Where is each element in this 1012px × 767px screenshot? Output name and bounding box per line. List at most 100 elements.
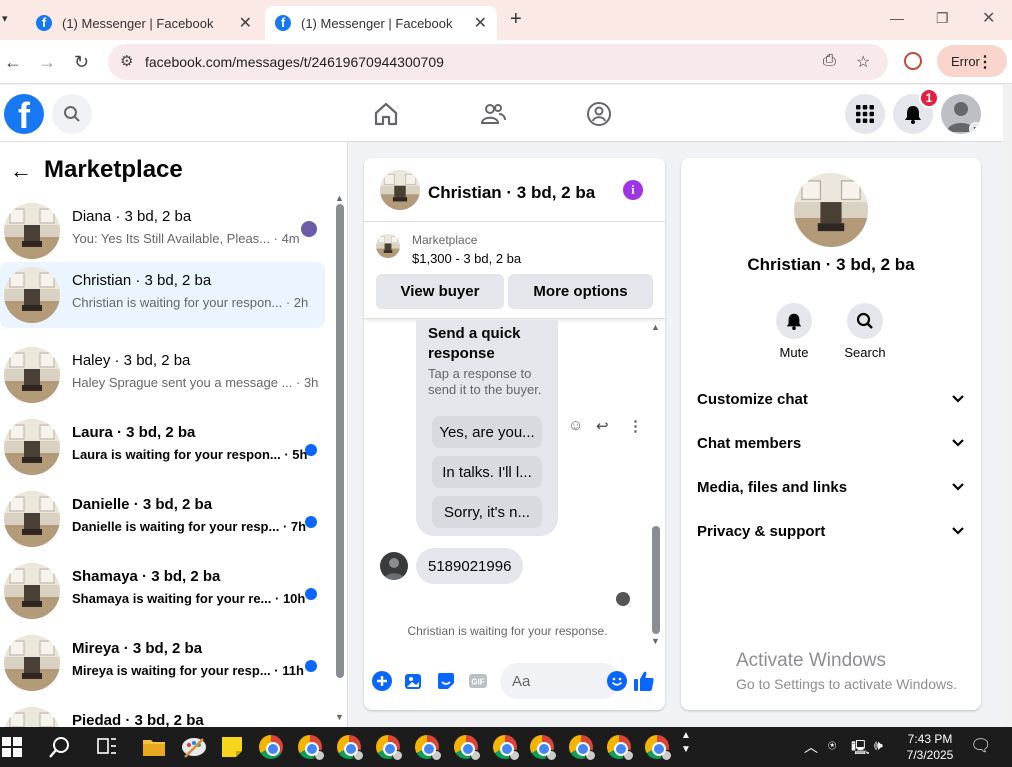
search-icon[interactable] [48, 735, 72, 759]
pen-workspace-icon[interactable]: ⍟ [828, 737, 836, 754]
menu-button[interactable] [845, 94, 885, 134]
conversation-name: Shamaya · 3 bd, 2 ba [72, 568, 221, 585]
scroll-down-arrow[interactable]: ▼ [335, 712, 344, 722]
sticker-button[interactable] [436, 671, 456, 691]
chrome-profile-icon[interactable] [454, 735, 481, 761]
chat-title[interactable]: Christian · 3 bd, 2 ba [428, 183, 595, 203]
gif-button[interactable]: GIF [468, 671, 488, 691]
message-input[interactable]: Aa [500, 663, 627, 699]
conversation-item[interactable]: Piedad · 3 bd, 2 ba [0, 702, 325, 727]
chat-scroll-down-arrow[interactable]: ▼ [651, 636, 660, 646]
conversation-name: Haley · 3 bd, 2 ba [72, 352, 191, 369]
tab-search-icon[interactable]: ▾ [2, 12, 8, 25]
chrome-profile-icon[interactable] [493, 735, 520, 761]
error-button[interactable]: Error ⋮ [937, 45, 1007, 77]
minimize-icon[interactable]: — [890, 10, 904, 26]
conversation-item[interactable]: Danielle · 3 bd, 2 ba Danielle is waitin… [0, 486, 325, 552]
listing-thumbnail[interactable] [794, 173, 868, 247]
back-icon[interactable]: ← [4, 52, 22, 73]
scroll-up-arrow[interactable]: ▲ [335, 193, 344, 203]
chrome-profile-icon[interactable] [530, 735, 557, 761]
site-info-icon[interactable]: ⚙ [120, 52, 133, 70]
search-button[interactable] [52, 94, 92, 134]
conversation-item[interactable]: Laura · 3 bd, 2 ba Laura is waiting for … [0, 414, 325, 480]
groups-nav-button[interactable] [584, 99, 614, 129]
task-view-icon[interactable] [96, 735, 120, 759]
chrome-icon[interactable] [259, 735, 283, 759]
conversation-item[interactable]: Haley · 3 bd, 2 ba Haley Sprague sent yo… [0, 342, 325, 408]
paint-app-icon[interactable] [181, 735, 206, 759]
chrome-profile-icon[interactable] [376, 735, 403, 761]
buyer-avatar[interactable] [380, 552, 408, 580]
close-tab-icon[interactable]: ✕ [474, 13, 487, 33]
account-avatar[interactable]: ▼ [941, 94, 981, 134]
conversation-item[interactable]: Shamaya · 3 bd, 2 ba Shamaya is waiting … [0, 558, 325, 624]
sidebar-scrollbar[interactable] [336, 204, 344, 678]
volume-icon[interactable]: 🕪 [874, 737, 883, 754]
facebook-logo[interactable]: f [4, 94, 44, 134]
restore-icon[interactable]: ❐ [936, 10, 949, 27]
add-button[interactable] [372, 671, 392, 691]
chat-scrollbar[interactable] [652, 526, 660, 634]
home-nav-button[interactable] [371, 99, 401, 129]
message-bubble[interactable]: 5189021996 [416, 548, 524, 584]
chrome-profile-icon[interactable] [607, 735, 634, 761]
chrome-profile-icon[interactable] [569, 735, 596, 761]
show-hidden-icons[interactable]: ︿ [804, 737, 818, 757]
browser-tab-2[interactable]: f (1) Messenger | Facebook ✕ [265, 6, 497, 40]
chrome-profile-icon[interactable] [337, 735, 364, 761]
listing-thumbnail[interactable] [380, 170, 420, 210]
quick-response-card: Send a quick response Tap a response to … [416, 320, 558, 536]
info-icon[interactable]: i [623, 180, 643, 200]
friends-nav-button[interactable] [478, 99, 508, 129]
page-scrollbar[interactable] [1003, 85, 1012, 727]
conversation-item[interactable]: Christian · 3 bd, 2 ba Christian is wait… [0, 262, 325, 328]
tab-title: (1) Messenger | Facebook [62, 15, 214, 31]
taskbar-scroll-arrows-icon[interactable]: ▲ ▼ [681, 729, 691, 757]
file-explorer-icon[interactable] [142, 735, 166, 759]
url-text[interactable]: facebook.com/messages/t/2461967094430070… [145, 54, 444, 70]
reply-icon[interactable]: ↩ [596, 417, 609, 435]
close-tab-icon[interactable]: ✕ [239, 13, 252, 33]
emoji-button[interactable] [607, 671, 627, 695]
bell-icon [786, 313, 802, 330]
bookmark-star-icon[interactable]: ☆ [856, 52, 870, 72]
chat-scroll-up-arrow[interactable]: ▲ [651, 322, 660, 332]
close-window-icon[interactable]: ✕ [982, 8, 995, 28]
network-icon[interactable]: 🖳 [851, 737, 870, 761]
chrome-profile-icon[interactable] [415, 735, 442, 761]
profile-icon[interactable] [904, 52, 922, 70]
quick-response-option[interactable]: Yes, are you... [432, 416, 542, 448]
chat-members-section[interactable]: Chat members [697, 435, 967, 465]
forward-icon[interactable]: → [38, 52, 56, 73]
reload-icon[interactable]: ↻ [74, 52, 89, 73]
view-buyer-button[interactable]: View buyer [376, 274, 504, 309]
notification-center-icon[interactable]: 🗨 [970, 736, 992, 756]
search-conversation-button[interactable]: Search [835, 303, 895, 360]
clock[interactable]: 7:43 PM 7/3/2025 [895, 731, 965, 763]
conversation-item[interactable]: Mireya · 3 bd, 2 ba Mireya is waiting fo… [0, 630, 325, 696]
back-arrow-icon[interactable]: ← [10, 158, 32, 184]
photo-button[interactable] [404, 671, 424, 691]
more-options-button[interactable]: More options [508, 274, 653, 309]
quick-response-option[interactable]: In talks. I'll l... [432, 456, 542, 488]
chat-header: Christian · 3 bd, 2 ba i [364, 158, 665, 222]
chrome-profile-icon[interactable] [298, 735, 325, 761]
browser-toolbar: ← → ↻ ⚙ facebook.com/messages/t/24619670… [0, 40, 1012, 84]
privacy-support-section[interactable]: Privacy & support [697, 523, 967, 553]
windows-start-icon[interactable] [2, 735, 26, 759]
sticky-notes-icon[interactable] [220, 735, 244, 759]
customize-chat-section[interactable]: Customize chat [697, 391, 967, 421]
quick-response-option[interactable]: Sorry, it's n... [432, 496, 542, 528]
media-files-links-section[interactable]: Media, files and links [697, 479, 967, 509]
mute-button[interactable]: Mute [764, 303, 824, 360]
new-tab-icon[interactable]: + [510, 8, 522, 31]
browser-tab-1[interactable]: f (1) Messenger | Facebook ✕ [26, 6, 262, 40]
install-app-icon[interactable]: ⎙ [823, 52, 836, 70]
address-bar[interactable]: ⚙ facebook.com/messages/t/24619670944300… [108, 44, 888, 80]
chrome-profile-icon[interactable] [645, 735, 672, 761]
conversation-item[interactable]: Diana · 3 bd, 2 ba You: Yes Its Still Av… [0, 198, 325, 264]
more-actions-icon[interactable]: ⋮ [628, 417, 643, 435]
react-smiley-icon[interactable]: ☺ [568, 417, 583, 434]
like-button[interactable] [632, 669, 656, 693]
